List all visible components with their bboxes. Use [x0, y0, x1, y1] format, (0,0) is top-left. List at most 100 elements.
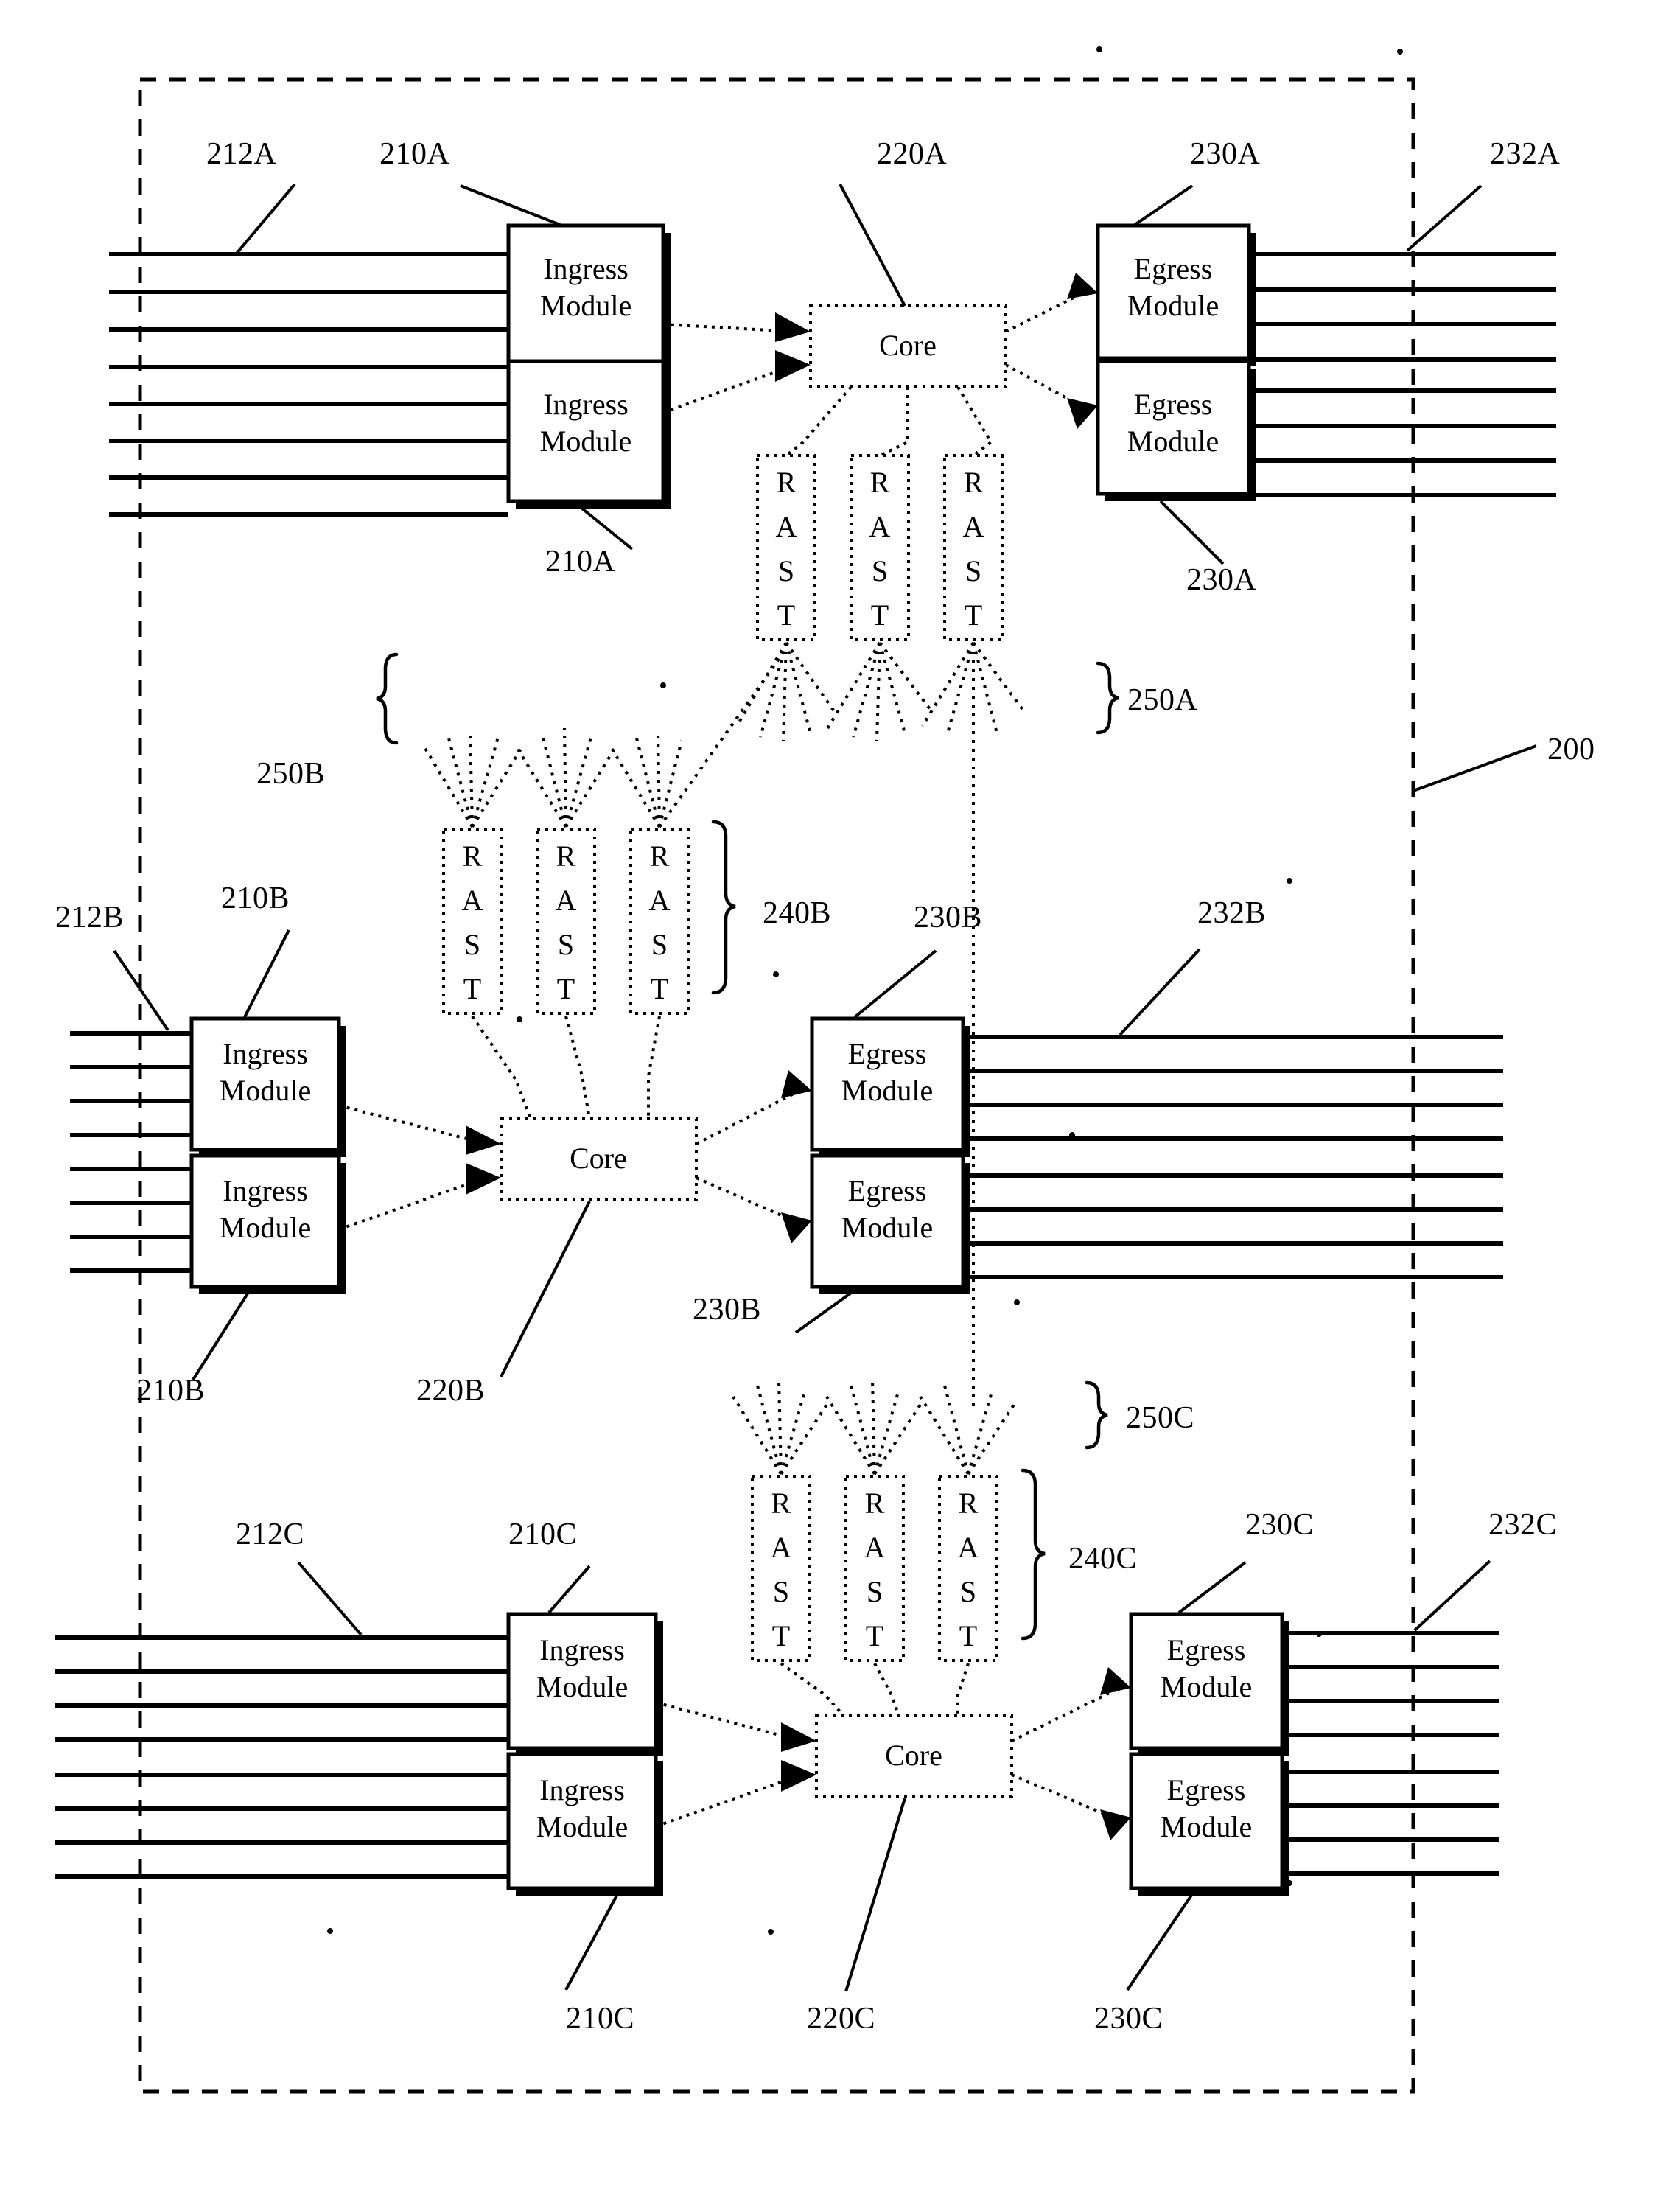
ingress-module-label-line1: Ingress	[543, 388, 629, 421]
ref-230A-bottom: 230A	[1186, 563, 1257, 597]
rast-letter-s: S	[872, 554, 888, 587]
rast-letter-r: R	[650, 839, 670, 873]
core-to-egress-connectors-c	[1011, 1667, 1131, 1840]
rast-cell[interactable]: R A S T	[751, 1475, 811, 1662]
rast-letter-a: A	[556, 884, 577, 917]
rast-to-core-connectors-b	[471, 1015, 661, 1120]
egress-module-b-bottom[interactable]: Egress Module	[810, 1153, 970, 1294]
ref-212A: 212A	[206, 137, 277, 171]
rast-letter-r: R	[870, 466, 890, 499]
rast-letter-s: S	[558, 928, 574, 961]
patent-figure-root: Ingress Module Ingress Module Core Egres…	[0, 0, 1680, 2186]
rast-letter-r: R	[964, 466, 984, 499]
rast-to-core-connectors-c	[780, 1662, 970, 1717]
ingress-module-b-top[interactable]: Ingress Module	[189, 1016, 346, 1157]
brace-250B	[376, 652, 399, 745]
egress-module-c-top[interactable]: Egress Module	[1129, 1612, 1289, 1756]
ingress-module-label-line1: Ingress	[223, 1174, 308, 1207]
arrow-head-icon	[775, 350, 811, 382]
arrow-head-icon	[1100, 1667, 1131, 1695]
rast-letter-r: R	[463, 839, 483, 873]
rast-cell[interactable]: R A S T	[938, 1475, 998, 1662]
output-lines-232C	[1282, 1631, 1499, 1876]
arrow-head-icon	[781, 1722, 816, 1752]
arrow-head-icon	[1067, 398, 1098, 429]
input-lines-212A	[109, 252, 508, 517]
ref-212C: 212C	[236, 1518, 304, 1551]
core-label: Core	[570, 1142, 627, 1175]
ingress-module-a-bottom[interactable]: Ingress Module	[506, 359, 671, 509]
rast-letter-t: T	[965, 598, 982, 632]
rast-cell[interactable]: R A S T	[850, 454, 910, 641]
rast-letter-a: A	[649, 884, 671, 917]
ref-230C-bottom: 230C	[1094, 2002, 1163, 2036]
rast-cell[interactable]: R A S T	[844, 1475, 905, 1662]
input-lines-212C	[55, 1635, 508, 1879]
arrow-head-icon	[775, 312, 811, 342]
core-label: Core	[885, 1739, 942, 1772]
rast-letter-a: A	[462, 884, 483, 917]
egress-module-label-line2: Module	[1127, 289, 1219, 322]
ingress-module-a-top[interactable]: Ingress Module	[506, 223, 671, 373]
egress-module-label-line1: Egress	[848, 1037, 927, 1070]
core-b[interactable]: Core	[500, 1117, 698, 1201]
rast-letter-t: T	[959, 1619, 977, 1652]
network-switch-block-diagram: Ingress Module Ingress Module Core Egres…	[55, 46, 1595, 2094]
ref-200: 200	[1547, 733, 1595, 767]
rast-group-b: R A S T R A S T R A S T	[442, 828, 690, 1015]
fan-in-250B	[422, 647, 788, 828]
rast-cell[interactable]: R A S T	[756, 454, 816, 641]
egress-module-label-line2: Module	[841, 1074, 933, 1107]
egress-module-label-line1: Egress	[1134, 252, 1213, 285]
ingress-module-label-line2: Module	[220, 1211, 311, 1244]
rast-cell[interactable]: R A S T	[629, 828, 690, 1015]
core-a[interactable]: Core	[809, 304, 1007, 388]
rast-letter-r: R	[959, 1487, 979, 1520]
ref-250A: 250A	[1127, 683, 1198, 717]
ingress-module-c-top[interactable]: Ingress Module	[506, 1612, 663, 1756]
rast-letter-t: T	[866, 1619, 883, 1652]
ref-210C-bottom: 210C	[566, 2002, 634, 2036]
core-to-egress-connectors-b	[696, 1070, 812, 1243]
ref-210C-top: 210C	[508, 1518, 577, 1551]
egress-module-c-bottom[interactable]: Egress Module	[1129, 1752, 1289, 1896]
rast-letter-s: S	[965, 554, 981, 587]
ref-250C: 250C	[1126, 1401, 1194, 1435]
ref-212B: 212B	[55, 901, 124, 935]
rast-letter-a: A	[864, 1531, 886, 1564]
egress-module-a-top[interactable]: Egress Module	[1096, 223, 1256, 366]
ingress-module-label-line1: Ingress	[539, 1633, 625, 1666]
ref-220A: 220A	[877, 137, 948, 171]
ingress-module-label-line1: Ingress	[539, 1773, 625, 1806]
rast-letter-r: R	[556, 839, 576, 873]
rast-letter-t: T	[772, 1619, 790, 1652]
rast-cell[interactable]: R A S T	[442, 828, 503, 1015]
ref-240C: 240C	[1068, 1542, 1137, 1576]
ingress-module-label-line1: Ingress	[223, 1037, 308, 1070]
ref-232A: 232A	[1490, 137, 1561, 171]
arrow-head-icon	[781, 1070, 812, 1098]
egress-module-a-bottom[interactable]: Egress Module	[1096, 359, 1256, 501]
rast-cell[interactable]: R A S T	[536, 828, 596, 1015]
reference-numeral-200: 200	[1413, 733, 1595, 792]
ingress-to-core-connectors-c	[655, 1701, 816, 1828]
rast-letter-r: R	[865, 1487, 885, 1520]
ingress-to-core-connectors-a	[662, 312, 811, 414]
rast-letter-s: S	[960, 1575, 976, 1608]
arrow-head-icon	[781, 1212, 812, 1243]
rast-letter-a: A	[771, 1531, 792, 1564]
ingress-module-label-line2: Module	[536, 1670, 628, 1703]
core-c[interactable]: Core	[815, 1714, 1013, 1798]
egress-module-label-line1: Egress	[848, 1174, 927, 1207]
brace-240B	[711, 820, 736, 995]
rast-letter-r: R	[777, 466, 797, 499]
egress-module-b-top[interactable]: Egress Module	[810, 1016, 970, 1157]
rast-cell[interactable]: R A S T	[943, 454, 1004, 641]
rast-letter-s: S	[464, 928, 480, 961]
ingress-module-label-line2: Module	[540, 425, 631, 458]
ref-230A-top: 230A	[1190, 137, 1261, 171]
ingress-module-c-bottom[interactable]: Ingress Module	[506, 1752, 663, 1896]
ref-210A-top: 210A	[379, 137, 450, 171]
ingress-module-b-bottom[interactable]: Ingress Module	[189, 1153, 346, 1294]
rast-letter-t: T	[557, 972, 575, 1005]
